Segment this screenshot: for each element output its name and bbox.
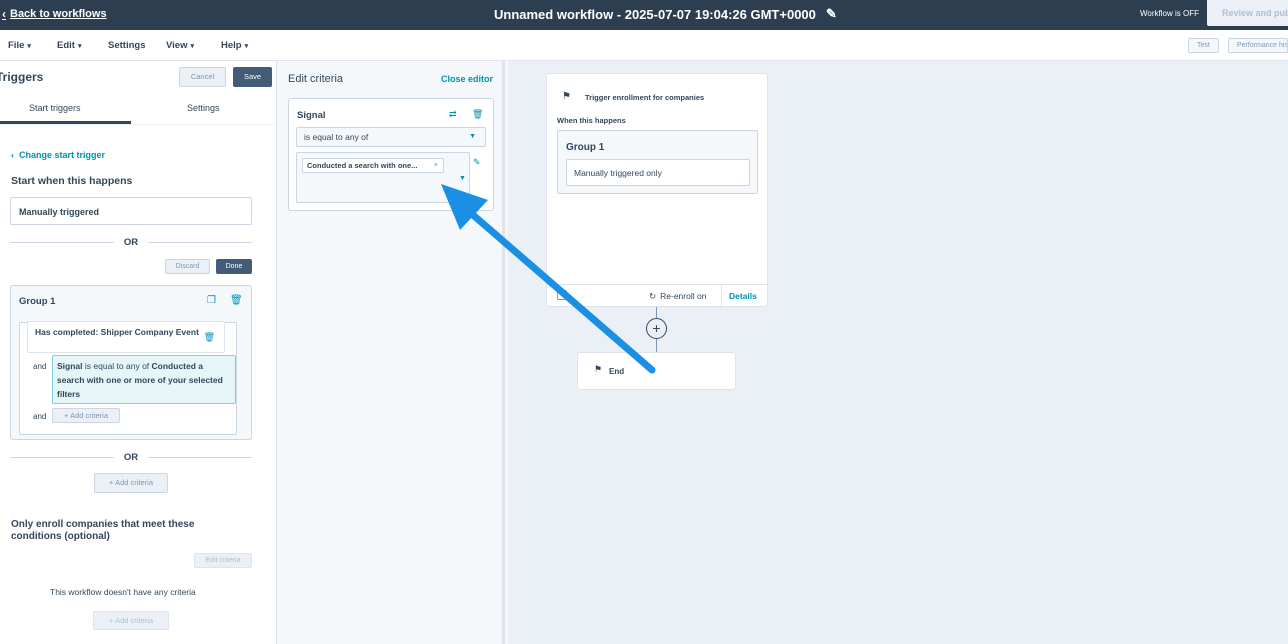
save-button[interactable]: Save <box>233 67 272 87</box>
add-criteria-group-button[interactable]: + Add criteria <box>94 473 168 493</box>
and-label: and <box>33 412 47 421</box>
panel-title: Triggers <box>0 70 44 84</box>
end-card: ⚑ End <box>577 352 736 390</box>
pencil-icon[interactable]: ✎ <box>473 157 481 168</box>
plus-icon: + <box>64 411 69 420</box>
change-start-trigger-link[interactable]: ‹ Change start trigger <box>11 150 105 160</box>
trigger-card-footer: ↻ Re-enroll on Details <box>547 284 767 308</box>
close-editor-link[interactable]: Close editor <box>441 74 493 84</box>
menu-settings[interactable]: Settings <box>108 40 145 51</box>
plus-icon: + <box>109 616 114 625</box>
refresh-icon: ↻ <box>649 291 657 301</box>
signal-operator: is equal to any of <box>84 361 150 371</box>
add-enrollment-criteria-button[interactable]: + Add criteria <box>93 611 169 630</box>
when-label: When this happens <box>557 116 626 125</box>
signal-filter-editor: Signal ⇄ 🗑 is equal to any of ▼ Conducte… <box>288 98 494 211</box>
or-divider: OR <box>10 451 252 463</box>
or-divider: OR <box>10 236 252 248</box>
flag-icon: ⚑ <box>562 91 571 102</box>
workflow-status: Workflow is OFF <box>1140 9 1199 18</box>
workflow-title-text: Unnamed workflow - 2025-07-07 19:04:26 G… <box>494 6 816 22</box>
chevron-down-icon: ▾ <box>77 42 82 50</box>
trigger-card-title: Trigger enrollment for companies <box>585 93 705 102</box>
back-label: Back to workflows <box>10 8 107 20</box>
trash-icon[interactable]: 🗑 <box>472 109 483 120</box>
group-value: Manually triggered only <box>566 159 750 186</box>
edit-criteria-panel: Edit criteria Close editor Signal ⇄ 🗑 is… <box>278 61 505 644</box>
pencil-icon[interactable]: ✎ <box>826 6 837 22</box>
menu-bar: File ▾ Edit ▾ Settings View ▾ Help ▾ Test Pe… <box>0 30 1288 61</box>
and-label: and <box>33 362 47 371</box>
trash-icon[interactable]: 🗑 <box>204 332 215 343</box>
selected-value-chip: Conducted a search with one... × <box>302 158 444 173</box>
cancel-button[interactable]: Cancel <box>179 67 226 87</box>
only-enroll-heading: Only enroll companies that meet these co… <box>11 519 195 542</box>
no-criteria-text: This workflow doesn't have any criteria <box>50 587 196 597</box>
add-criteria-button[interactable]: + Add criteria <box>52 408 120 423</box>
signal-name: Signal <box>57 361 83 371</box>
discard-button[interactable]: Discard <box>165 259 210 274</box>
performance-history-button[interactable]: Performance history <box>1228 38 1288 53</box>
property-name: Signal <box>297 110 326 121</box>
workflow-title[interactable]: Unnamed workflow - 2025-07-07 19:04:26 G… <box>494 6 837 22</box>
test-button[interactable]: Test <box>1188 38 1219 53</box>
tab-settings[interactable]: Settings <box>187 103 220 113</box>
done-button[interactable]: Done <box>216 259 252 274</box>
operator-select[interactable]: is equal to any of ▼ <box>296 127 486 147</box>
clone-icon[interactable]: ❐ <box>207 295 216 306</box>
menu-view[interactable]: View ▾ <box>166 40 194 51</box>
signal-filter-selected[interactable]: Signal is equal to any of Conducted a se… <box>52 355 236 404</box>
swap-icon[interactable]: ⇄ <box>449 109 457 120</box>
value-multiselect[interactable]: Conducted a search with one... × ▼ <box>296 152 470 203</box>
checkbox[interactable] <box>557 290 567 300</box>
tab-start-triggers[interactable]: Start triggers <box>29 103 81 113</box>
trigger-group-preview: Group 1 Manually triggered only <box>557 130 758 194</box>
chevron-down-icon: ▾ <box>190 42 194 50</box>
reenroll-status: ↻ Re-enroll on <box>649 291 707 301</box>
caret-down-icon: ▼ <box>469 133 476 140</box>
review-and-publish-button[interactable]: Review and publish <box>1207 0 1288 26</box>
trash-icon[interactable]: 🗑 <box>230 295 243 306</box>
start-when-heading: Start when this happens <box>11 175 133 187</box>
flag-icon: ⚑ <box>594 364 603 374</box>
group-title: Group 1 <box>566 142 605 153</box>
details-link[interactable]: Details <box>729 291 757 301</box>
edit-criteria-button[interactable]: Edit criteria <box>194 553 252 568</box>
top-bar: ‹ Back to workflows Unnamed workflow - 2… <box>0 0 1288 30</box>
chevron-left-icon: ‹ <box>11 150 14 160</box>
trigger-enrollment-card[interactable]: ⚑ Trigger enrollment for companies When … <box>546 73 768 308</box>
tab-divider <box>0 124 277 125</box>
menu-help[interactable]: Help ▾ <box>221 40 248 51</box>
remove-chip-icon[interactable]: × <box>434 160 438 169</box>
has-completed-filter[interactable]: Has completed: Shipper Company Event 🗑 <box>27 321 225 353</box>
edit-criteria-title: Edit criteria <box>288 73 344 85</box>
manual-trigger-card[interactable]: Manually triggered <box>10 197 252 225</box>
plus-icon: + <box>109 478 114 487</box>
end-label: End <box>609 367 625 376</box>
chevron-down-icon: ▾ <box>27 42 31 50</box>
add-action-button[interactable]: + <box>646 318 667 339</box>
back-to-workflows-link[interactable]: ‹ Back to workflows <box>2 7 107 21</box>
group-title: Group 1 <box>19 296 56 307</box>
menu-edit[interactable]: Edit ▾ <box>57 40 81 51</box>
chevron-left-icon: ‹ <box>2 7 6 21</box>
chevron-down-icon: ▾ <box>244 42 249 50</box>
menu-file[interactable]: File ▾ <box>8 40 31 51</box>
caret-down-icon[interactable]: ▼ <box>459 175 466 182</box>
